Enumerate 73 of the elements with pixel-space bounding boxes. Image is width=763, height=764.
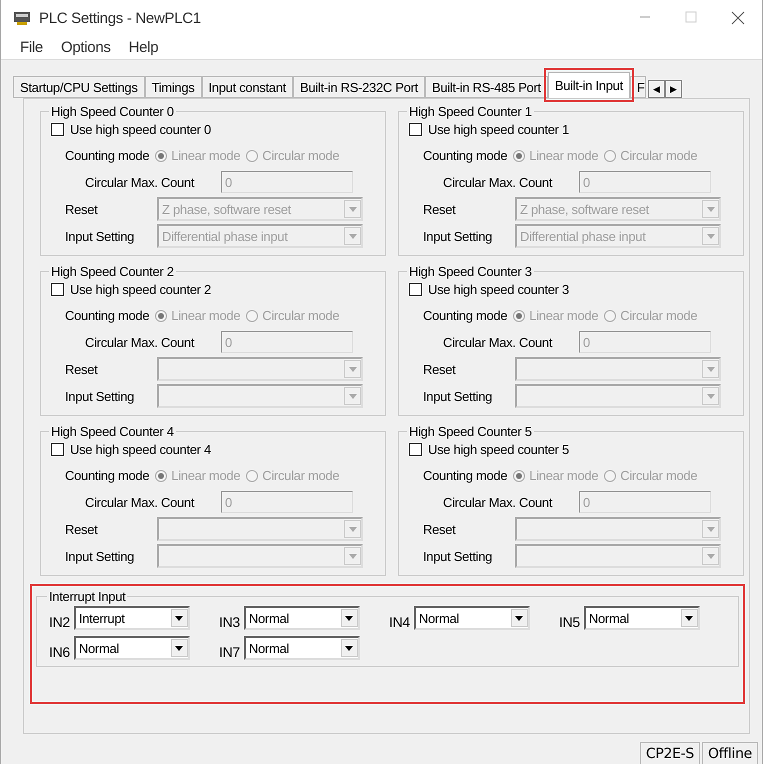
group-title: High Speed Counter 5: [408, 424, 533, 439]
field-label: Counting mode: [423, 148, 508, 163]
input-label: IN4: [389, 614, 410, 630]
field-label: Counting mode: [65, 148, 150, 163]
field-label: Reset: [423, 362, 457, 376]
field-label: Counting mode: [65, 308, 150, 323]
field-label: Circular Max. Count: [443, 494, 554, 510]
tab[interactable]: Built-in RS-232C Port: [292, 76, 425, 98]
menu-item[interactable]: Help: [126, 39, 162, 56]
group-title: High Speed Counter 3: [408, 264, 533, 279]
field-label: Circular Max. Count: [85, 334, 196, 350]
field-label: Counting mode: [65, 468, 150, 483]
field-label: Input Setting: [65, 388, 136, 404]
field-label: Reset: [423, 522, 457, 536]
menu-item[interactable]: File: [17, 39, 46, 56]
menu-item[interactable]: Options: [58, 39, 114, 56]
status-text: CP2E-S: [640, 742, 700, 764]
tab-scroll-button[interactable]: ▶: [664, 80, 682, 98]
dropdown[interactable]: [515, 357, 721, 381]
checkbox-label: Use high speed counter 5: [428, 442, 569, 457]
field-label: Input Setting: [65, 228, 136, 244]
dropdown[interactable]: [157, 517, 363, 541]
field-label: Input Setting: [65, 548, 136, 564]
maximize-icon[interactable]: [685, 11, 697, 23]
input-label: IN7: [219, 644, 240, 660]
input-label: IN6: [49, 644, 70, 660]
plc-device-icon: [13, 10, 31, 26]
window-title: PLC Settings - NewPLC1: [39, 10, 202, 26]
dropdown[interactable]: [157, 384, 363, 408]
dropdown[interactable]: Normal: [74, 636, 190, 660]
checkbox-label: Use high speed counter 2: [70, 282, 211, 297]
dropdown[interactable]: [515, 384, 721, 408]
field-label: Input Setting: [423, 548, 494, 564]
field-label: Reset: [65, 522, 99, 536]
group-title: High Speed Counter 4: [50, 424, 175, 439]
dropdown[interactable]: [157, 357, 363, 381]
tab[interactable]: Timings: [144, 76, 202, 98]
tab[interactable]: Built-in RS-485 Port: [424, 76, 548, 98]
dropdown[interactable]: [515, 517, 721, 541]
tab[interactable]: Input constant: [202, 76, 293, 98]
checkbox-label: Use high speed counter 0: [70, 122, 211, 137]
field-label: Circular Max. Count: [85, 174, 196, 190]
dropdown[interactable]: Normal: [584, 606, 700, 630]
group-title: High Speed Counter 0: [50, 104, 175, 119]
dropdown[interactable]: [515, 544, 721, 568]
field-label: Counting mode: [423, 468, 508, 483]
tab-scroll-button[interactable]: ◀: [648, 80, 665, 98]
status-text: Offline: [702, 742, 758, 764]
tab[interactable]: Startup/CPU Settings: [13, 76, 145, 98]
field-label: Circular Max. Count: [443, 174, 554, 190]
checkbox-label: Use high speed counter 1: [428, 122, 569, 137]
field-label: Counting mode: [423, 308, 508, 323]
field-label: Reset: [423, 202, 457, 216]
field-label: Reset: [65, 362, 99, 376]
checkbox-label: Use high speed counter 3: [428, 282, 569, 297]
group-title: High Speed Counter 2: [50, 264, 175, 279]
field-label: Circular Max. Count: [85, 494, 196, 510]
group-title: Interrupt Input: [48, 589, 127, 604]
dropdown[interactable]: Interrupt: [74, 606, 190, 630]
checkbox-label: Use high speed counter 4: [70, 442, 211, 457]
dropdown[interactable]: Normal: [244, 606, 360, 630]
input-label: IN3: [219, 614, 240, 630]
dropdown[interactable]: Normal: [414, 606, 530, 630]
field-label: Input Setting: [423, 228, 494, 244]
field-label: Circular Max. Count: [443, 334, 554, 350]
input-label: IN5: [559, 614, 580, 630]
field-label: Reset: [65, 202, 99, 216]
dropdown[interactable]: Normal: [244, 636, 360, 660]
dropdown[interactable]: [157, 544, 363, 568]
group-title: High Speed Counter 1: [408, 104, 533, 119]
input-label: IN2: [49, 614, 70, 630]
field-label: Input Setting: [423, 388, 494, 404]
close-icon[interactable]: [731, 11, 745, 25]
